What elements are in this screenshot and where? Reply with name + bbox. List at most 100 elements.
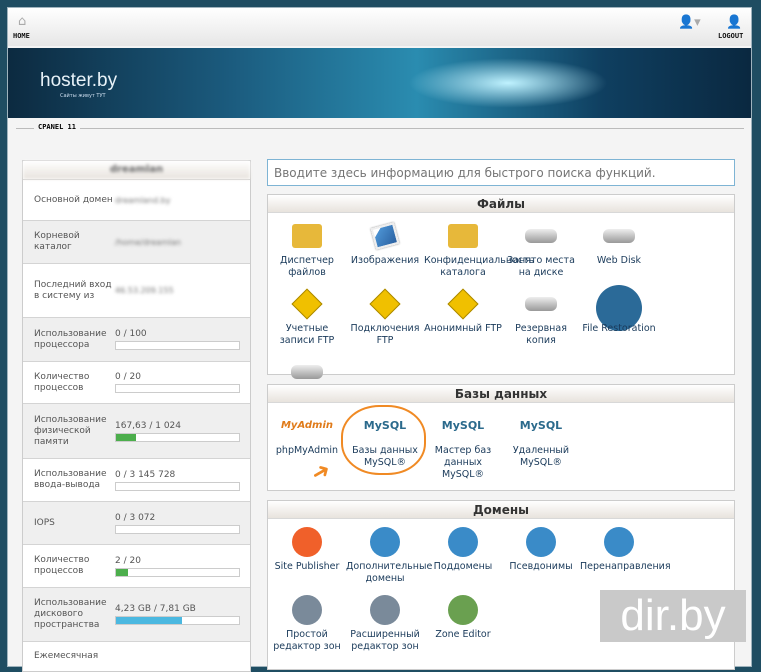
file-manager-icon <box>292 224 322 248</box>
top-bar: ⌂ HOME 👤▾ 👤 LOGOUT <box>8 8 751 46</box>
files-panel: Файлы Диспетчер файлов Изображения Конфиде… <box>267 194 735 426</box>
item-label: Подключения FTP <box>350 323 420 346</box>
domains-item[interactable]: Дополнительные домены <box>346 523 433 585</box>
stat-row: Использование процессора 0 / 100 <box>23 317 250 361</box>
highlight-circle <box>341 405 426 475</box>
search-input[interactable] <box>267 159 735 186</box>
stat-label: Корневой каталог <box>34 231 80 252</box>
stat-label: Использование дискового пространства <box>34 598 107 630</box>
item-label: Дополнительные домены <box>346 561 433 584</box>
icon-wrap <box>502 285 580 323</box>
files-item[interactable]: Резервная копия <box>502 285 580 347</box>
logout-icon[interactable]: 👤 <box>726 15 742 30</box>
stat-value-cell: 0 / 3 072 <box>115 513 250 534</box>
stat-label: Последний вход в систему из <box>34 279 112 301</box>
stats-title: dreamlan <box>23 161 250 179</box>
files-item[interactable]: Анонимный FTP <box>424 285 502 347</box>
icon-wrap: MySQL <box>502 407 580 445</box>
databases-item[interactable]: MySQL Мастер баз данных MySQL® <box>424 407 502 481</box>
subdomains-icon <box>448 527 478 557</box>
stat-value-cell: 2 / 20 <box>115 556 250 577</box>
domains-item[interactable]: Псевдонимы <box>502 523 580 585</box>
images-icon <box>370 222 400 250</box>
files-item[interactable]: Диспетчер файлов <box>268 217 346 279</box>
icon-wrap <box>268 523 346 561</box>
icon-wrap <box>580 217 658 255</box>
files-item[interactable]: Подключения FTP <box>346 285 424 347</box>
databases-title: Базы данных <box>268 385 734 403</box>
item-label: Псевдонимы <box>509 561 573 572</box>
stat-label: Использование процессора <box>34 328 107 350</box>
item-label: Поддомены <box>433 561 493 572</box>
item-label: Резервная копия <box>515 323 567 346</box>
banner: hoster.by Сайты живут ТУТ <box>8 48 751 118</box>
logout-link[interactable]: LOGOUT <box>718 32 743 40</box>
files-item[interactable]: Изображения <box>346 217 424 279</box>
usage-bar-fill <box>116 617 183 624</box>
stat-row: Использование ввода-вывода 0 / 3 145 728 <box>23 458 250 501</box>
watermark: dir.by <box>600 590 746 642</box>
files-item[interactable]: Конфиденциальность каталога <box>424 217 535 279</box>
item-label: Конфиденциальность каталога <box>424 255 535 278</box>
icon-wrap <box>424 591 502 629</box>
user-menu-icon[interactable]: 👤▾ <box>678 15 701 30</box>
item-label: phpMyAdmin <box>275 445 339 456</box>
files-item[interactable]: Занято места на диске <box>502 217 580 279</box>
stat-row: Ежемесячная <box>23 641 250 671</box>
backup-icon <box>525 297 557 311</box>
home-link[interactable]: HOME <box>13 32 30 40</box>
icon-wrap <box>502 217 580 255</box>
icon-wrap: MySQL <box>424 407 502 445</box>
anonymous-ftp-icon <box>447 288 479 320</box>
files-item[interactable]: Учетные записи FTP <box>268 285 346 347</box>
usage-bar <box>115 616 240 625</box>
domains-item[interactable]: Site Publisher <box>268 523 346 585</box>
mysql-wizard-icon: MySQL <box>441 419 485 432</box>
stat-label: IOPS <box>34 517 55 528</box>
stat-value-cell: /home/dreamlan <box>115 238 250 247</box>
domains-item[interactable]: Поддомены <box>424 523 502 585</box>
usage-bar <box>115 341 240 350</box>
databases-item[interactable]: MyAdmin phpMyAdmin <box>268 407 346 481</box>
item-label: File Restoration <box>582 323 656 334</box>
stat-label: Использование ввода-вывода <box>34 469 107 490</box>
stat-value: 4,23 GB / 7,81 GB <box>115 604 196 614</box>
usage-bar <box>115 432 240 442</box>
stat-value-cell: 0 / 100 <box>115 329 250 350</box>
addon-domains-icon <box>370 527 400 557</box>
icon-wrap <box>580 523 658 561</box>
domains-item[interactable]: Простой редактор зон <box>268 591 346 653</box>
stats-panel: dreamlan Основной домен dreamland.by Корне… <box>22 160 251 672</box>
icon-wrap <box>268 217 346 255</box>
ftp-connections-icon <box>369 288 401 320</box>
usage-bar <box>115 384 240 393</box>
domains-item[interactable]: Zone Editor <box>424 591 502 653</box>
domains-item[interactable]: Перенаправления <box>580 523 671 585</box>
logo-tagline: Сайты живут ТУТ <box>60 93 106 99</box>
stat-label: Количество процессов <box>34 371 90 393</box>
item-label: Простой редактор зон <box>273 629 341 652</box>
logo: hoster.by <box>40 70 118 91</box>
stat-value: /home/dreamlan <box>115 237 182 247</box>
zone-editor-icon <box>448 595 478 625</box>
simple-zone-editor-icon <box>292 595 322 625</box>
stat-value-cell: 46.53.209.155 <box>115 286 250 295</box>
stat-row: Корневой каталог/home/dreamlan <box>23 220 250 263</box>
files-item[interactable]: File Restoration <box>580 285 658 347</box>
item-label: Мастер баз данных MySQL® <box>434 445 492 480</box>
item-label: Перенаправления <box>580 561 671 572</box>
disk-usage-icon <box>525 229 557 243</box>
stat-label: Ежемесячная <box>34 651 99 661</box>
databases-item[interactable]: MySQL Удаленный MySQL® <box>502 407 580 481</box>
stat-row: Использование физической памяти 167,63 / … <box>23 403 250 458</box>
files-item[interactable]: Web Disk <box>580 217 658 279</box>
advanced-zone-editor-icon <box>370 595 400 625</box>
stat-label: Количество процессов <box>34 555 90 576</box>
stat-value-cell: 0 / 20 <box>115 372 250 393</box>
redirects-icon <box>604 527 634 557</box>
domains-item[interactable]: Расширенный редактор зон <box>346 591 424 653</box>
stat-row: IOPS 0 / 3 072 <box>23 501 250 544</box>
stat-row: Количество процессов 0 / 20 <box>23 361 250 403</box>
stat-row: Последний вход в систему из 46.53.209.155 <box>23 263 250 317</box>
home-icon[interactable]: ⌂ <box>18 15 28 28</box>
